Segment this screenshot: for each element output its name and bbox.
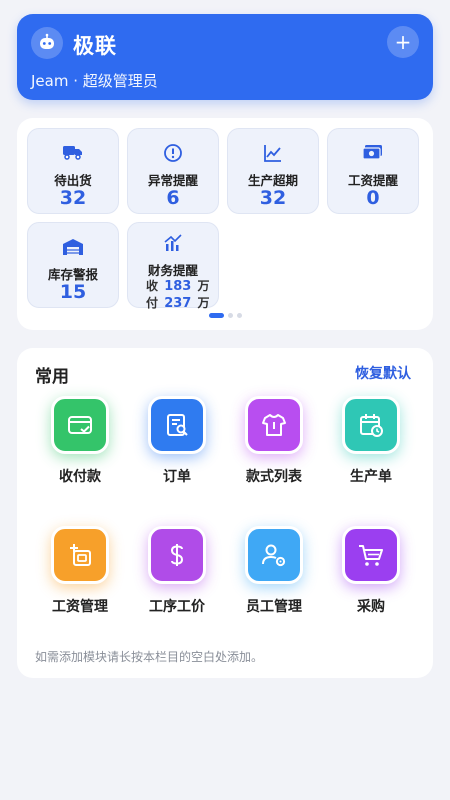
dollar-icon (148, 526, 206, 584)
app-orders[interactable]: 订单 (132, 396, 222, 486)
stat-value: 6 (166, 187, 180, 209)
app-label: 订单 (163, 469, 191, 485)
finance-income: 收 183 万 (146, 277, 210, 294)
income-unit: 万 (197, 279, 210, 293)
header-card: 极联 Jeam · 超级管理员 + (17, 14, 433, 100)
alert-circle-icon (128, 143, 218, 163)
page-indicator (17, 313, 433, 318)
app-salary-management[interactable]: 工资管理 (35, 526, 125, 616)
salary-icon (51, 526, 109, 584)
trend-icon (128, 233, 218, 253)
stat-value: 15 (59, 281, 87, 303)
cart-icon (342, 526, 400, 584)
stat-finance-reminder[interactable]: 财务提醒 收 183 万 付 237 万 (127, 222, 219, 311)
app-label: 员工管理 (246, 599, 302, 615)
expense-prefix: 付 (146, 296, 159, 310)
app-label: 工资管理 (52, 599, 108, 615)
expense-unit: 万 (197, 296, 210, 310)
robot-icon (31, 27, 63, 59)
app-label: 采购 (357, 599, 385, 615)
app-label: 生产单 (350, 469, 392, 485)
stat-production-overdue[interactable]: 生产超期 32 (227, 128, 319, 214)
stat-pending-shipment[interactable]: 待出货 32 (27, 128, 119, 214)
app-style-list[interactable]: 款式列表 (229, 396, 319, 486)
page-dot[interactable] (236, 313, 242, 318)
stat-salary-reminder[interactable]: 工资提醒 0 (327, 128, 419, 214)
page-dot[interactable] (227, 313, 233, 318)
app-label: 款式列表 (246, 469, 302, 485)
user-role: Jeam · 超级管理员 (31, 72, 158, 90)
money-icon (328, 143, 418, 163)
income-prefix: 收 (146, 279, 159, 293)
app-production-orders[interactable]: 生产单 (326, 396, 416, 486)
stat-inventory-alert[interactable]: 库存警报 15 (27, 222, 119, 308)
app-process-price[interactable]: 工序工价 (132, 526, 222, 616)
order-icon (148, 396, 206, 454)
card-icon (51, 396, 109, 454)
stat-value: 0 (366, 187, 380, 209)
app-purchasing[interactable]: 采购 (326, 526, 416, 616)
line-chart-icon (228, 143, 318, 163)
calendar-clock-icon (342, 396, 400, 454)
income-value: 183 (164, 279, 192, 294)
app-payments[interactable]: 收付款 (35, 396, 125, 486)
shortcuts-card: 常用 恢复默认 收付款 订单 款式列表 生产单 工资管理 工序工价 员工管理 采… (17, 348, 433, 678)
app-title: 极联 (73, 34, 117, 58)
add-button[interactable]: + (387, 26, 419, 58)
stat-value: 32 (259, 187, 287, 209)
stats-card: 待出货 32 异常提醒 6 生产超期 32 工资提醒 0 库存警报 15 财务提… (17, 118, 433, 330)
stat-exceptions[interactable]: 异常提醒 6 (127, 128, 219, 214)
shirt-icon (245, 396, 303, 454)
user-gear-icon (245, 526, 303, 584)
section-title: 常用 (35, 367, 69, 387)
add-module-hint: 如需添加模块请长按本栏目的空白处添加。 (35, 650, 264, 664)
app-label: 工序工价 (149, 599, 205, 615)
truck-icon (28, 143, 118, 163)
reset-default-link[interactable]: 恢复默认 (355, 363, 411, 383)
stat-value: 32 (59, 187, 87, 209)
finance-expense: 付 237 万 (146, 294, 210, 311)
warehouse-icon (28, 237, 118, 257)
expense-value: 237 (164, 296, 192, 311)
app-employee-management[interactable]: 员工管理 (229, 526, 319, 616)
page-dot[interactable] (208, 313, 224, 318)
app-label: 收付款 (59, 469, 101, 485)
